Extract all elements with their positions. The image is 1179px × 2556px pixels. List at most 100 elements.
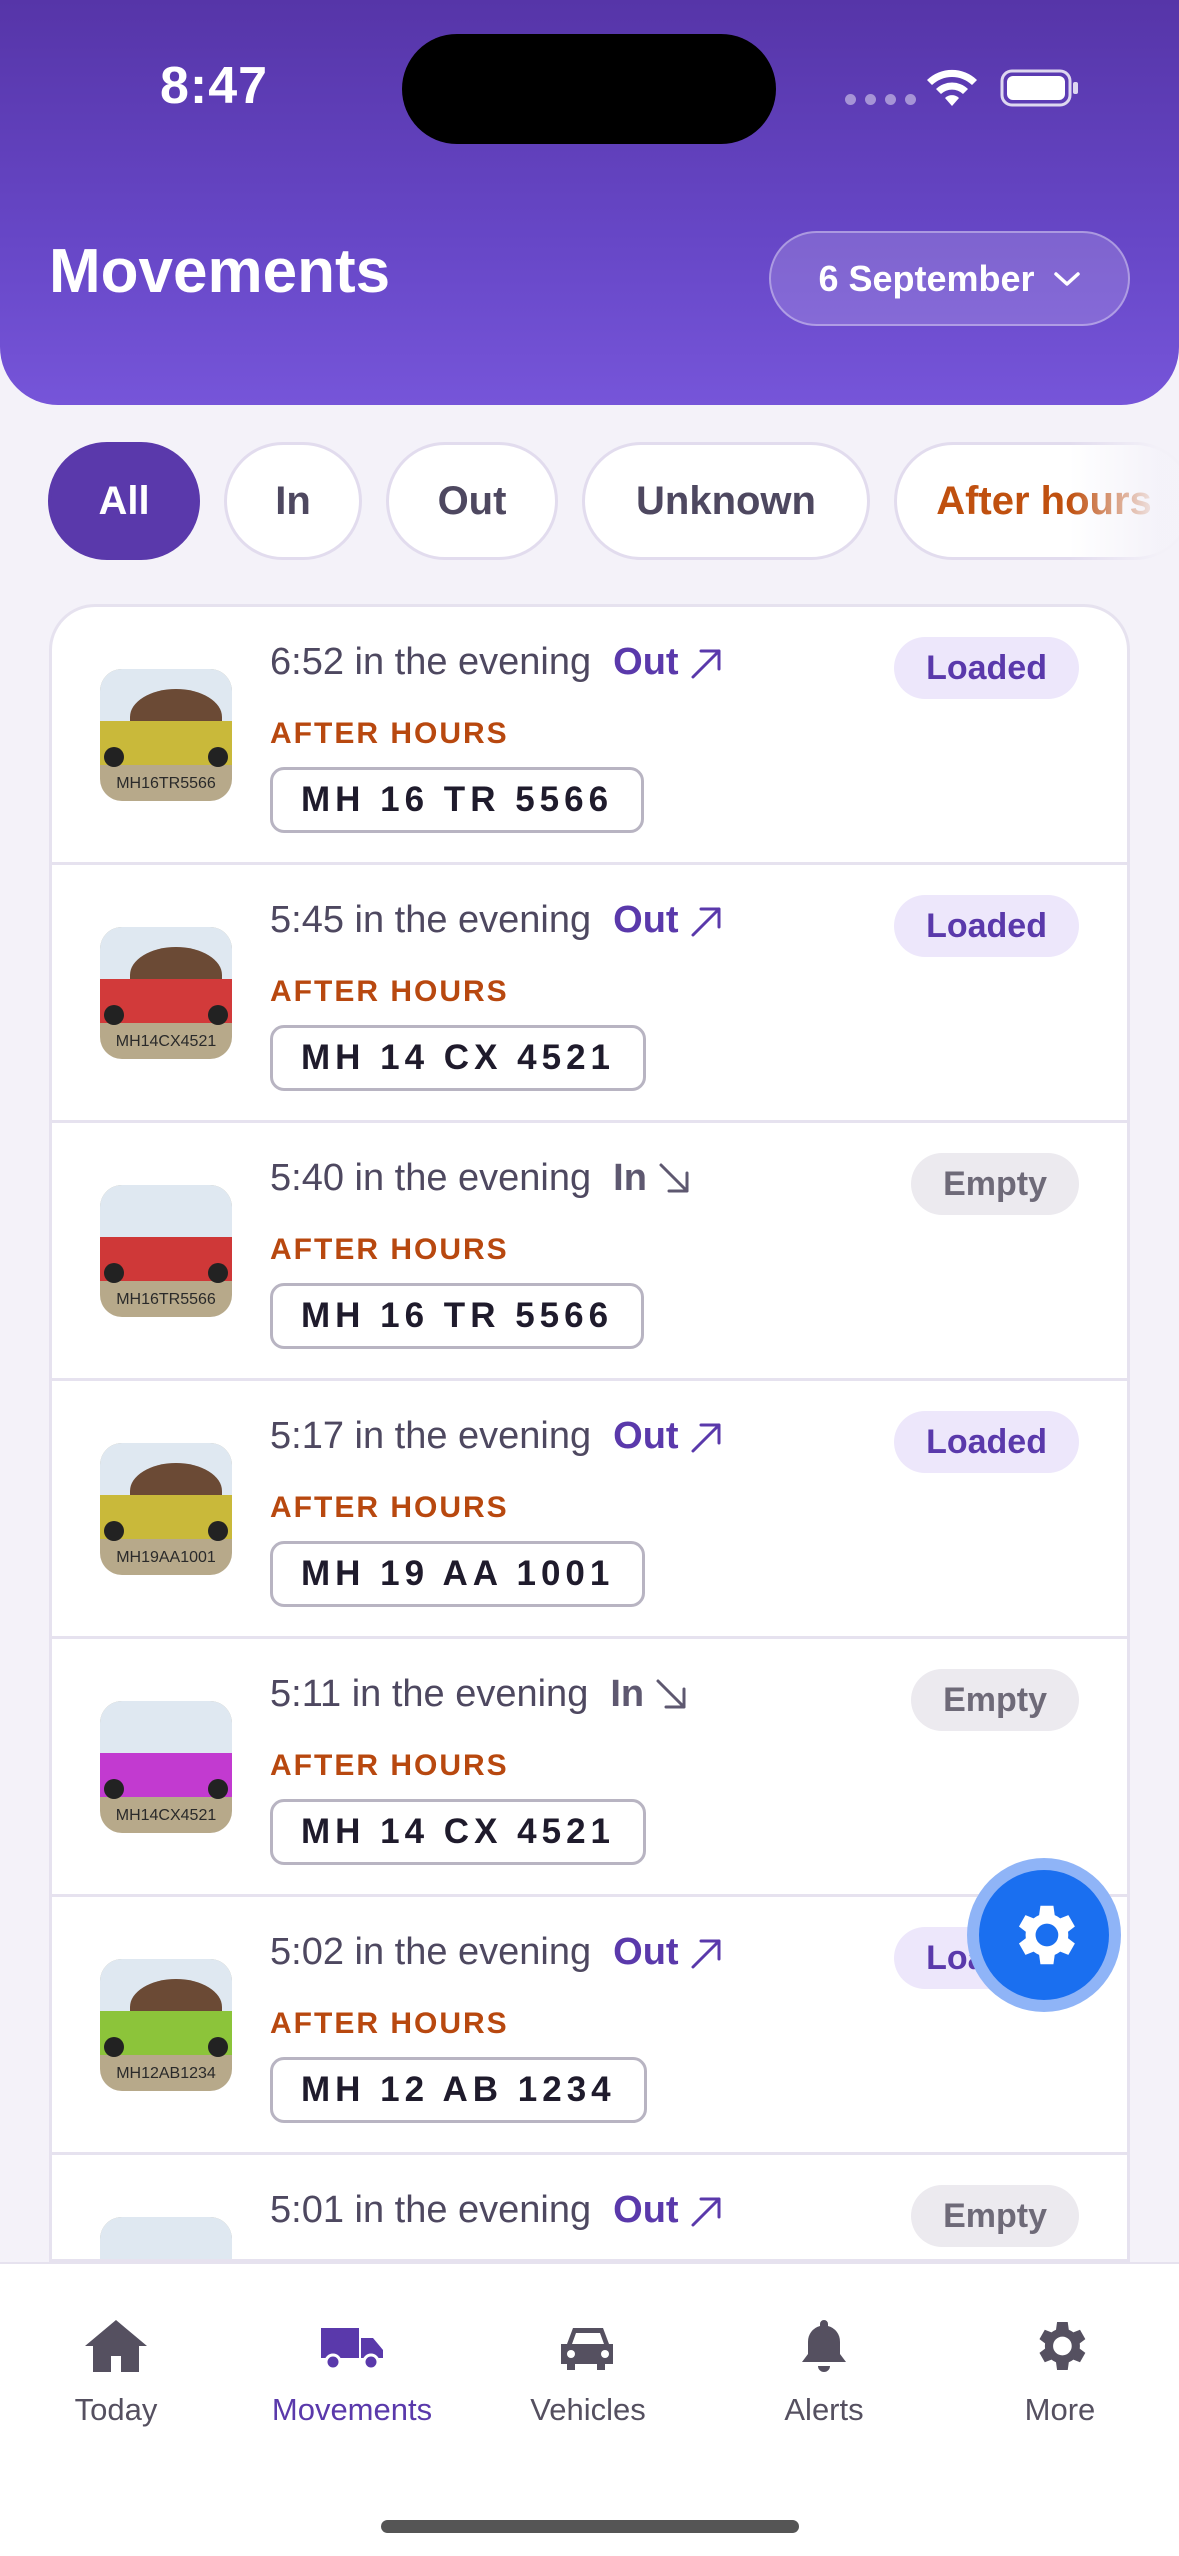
license-plate: MH 14 CX 4521 — [270, 1799, 647, 1865]
movement-direction: Out — [613, 1931, 679, 1973]
arrow-up-right-icon — [691, 649, 721, 678]
dynamic-island — [402, 34, 776, 144]
thumbnail-plate: MH16TR5566 — [116, 775, 216, 792]
movement-time-line: 5:40 in the evening In — [270, 1157, 695, 1200]
truck-icon — [321, 2328, 383, 2371]
license-plate: MH 16 TR 5566 — [270, 767, 645, 833]
filter-chip-in[interactable]: In — [224, 442, 362, 560]
arrow-up-right-icon — [691, 1939, 721, 1968]
arrow-up-right-icon — [691, 907, 721, 936]
filter-chips: All In Out Unknown After hours — [48, 442, 1179, 560]
vehicle-thumbnail: MH16TR5566 — [100, 1185, 232, 1317]
license-plate: MH 19 AA 1001 — [270, 1541, 646, 1607]
license-plate: MH 12 AB 1234 — [270, 2057, 647, 2123]
battery-icon — [1000, 69, 1078, 107]
vehicle-thumbnail: MH16TR5566 — [100, 669, 232, 801]
date-label: 6 September — [818, 257, 1035, 299]
thumbnail-plate: MH14CX4521 — [115, 1807, 217, 1824]
arrow-up-right-icon — [691, 2197, 721, 2226]
thumbnail-plate: MH19AA1001 — [116, 1549, 216, 1566]
movement-direction: Out — [613, 1415, 679, 1457]
status-badge: Loaded — [894, 895, 1079, 957]
wifi-icon — [927, 69, 977, 106]
car-icon — [561, 2328, 613, 2370]
nav-item-alerts[interactable]: Alerts — [724, 2314, 924, 2428]
movement-time: 5:40 in the evening — [270, 1157, 592, 1199]
movement-list: MH16TR5566 6:52 in the evening Out AFTER HO… — [49, 604, 1130, 2262]
nav-item-more[interactable]: More — [960, 2314, 1160, 2428]
bell-icon — [802, 2320, 846, 2372]
movement-row[interactable]: MH12AB1234 5:02 in the evening Out AFTER HO… — [52, 1897, 1127, 2155]
movement-direction: Out — [613, 2189, 679, 2231]
movement-row[interactable]: MH16TR5566 6:52 in the evening Out AFTER HO… — [52, 607, 1127, 865]
license-plate: MH 16 TR 5566 — [270, 1283, 645, 1349]
filter-chip-out[interactable]: Out — [386, 442, 558, 560]
movement-time: 6:52 in the evening — [270, 641, 592, 683]
gear-icon — [1018, 1905, 1075, 1965]
movement-row[interactable]: MH19AA1001 5:17 in the evening Out AFTER HO… — [52, 1381, 1127, 1639]
thumbnail-plate: MH14CX4521 — [115, 1033, 217, 1050]
settings-fab[interactable] — [967, 1858, 1121, 2012]
movement-row[interactable]: 5:01 in the evening Out Empty — [52, 2155, 1127, 2259]
vehicle-thumbnail: MH12AB1234 — [100, 1959, 232, 2091]
thumbnail-plate: MH16TR5566 — [116, 1291, 216, 1308]
status-badge: Loaded — [894, 637, 1079, 699]
arrow-down-right-icon — [659, 1163, 689, 1192]
after-hours-label: AFTER HOURS — [270, 1233, 509, 1266]
movement-time: 5:11 in the evening — [270, 1673, 589, 1715]
after-hours-label: AFTER HOURS — [270, 1749, 509, 1782]
nav-item-vehicles[interactable]: Vehicles — [488, 2314, 688, 2428]
movement-direction: Out — [613, 899, 679, 941]
arrow-up-right-icon — [691, 1423, 721, 1452]
date-picker-button[interactable]: 6 September — [769, 231, 1130, 326]
nav-label-movements: Movements — [271, 2392, 433, 2427]
after-hours-label: AFTER HOURS — [270, 2007, 509, 2040]
cellular-signal-icon — [845, 94, 916, 105]
vehicle-thumbnail — [100, 2217, 232, 2259]
status-badge: Loaded — [894, 1411, 1079, 1473]
movement-time-line: 5:01 in the evening Out — [270, 2189, 727, 2232]
status-badge: Empty — [911, 2185, 1079, 2247]
movement-row[interactable]: MH14CX4521 5:11 in the evening In AFTER HOU… — [52, 1639, 1127, 1897]
after-hours-label: AFTER HOURS — [270, 717, 509, 750]
nav-label-more: More — [1024, 2392, 1096, 2427]
movement-time: 5:45 in the evening — [270, 899, 592, 941]
movement-time-line: 5:11 in the evening In — [270, 1673, 692, 1716]
chips-fade — [1069, 442, 1179, 560]
movement-time-line: 5:45 in the evening Out — [270, 899, 727, 942]
status-badge: Empty — [911, 1153, 1079, 1215]
after-hours-label: AFTER HOURS — [270, 975, 509, 1008]
movement-row[interactable]: MH14CX4521 5:45 in the evening Out AFTER HO… — [52, 865, 1127, 1123]
nav-label-alerts: Alerts — [784, 2392, 864, 2427]
movement-time: 5:17 in the evening — [270, 1415, 592, 1457]
filter-chip-all[interactable]: All — [48, 442, 200, 560]
chevron-down-icon — [1053, 271, 1080, 286]
gear-icon — [1039, 2322, 1086, 2370]
nav-label-vehicles: Vehicles — [530, 2392, 646, 2427]
movement-time-line: 6:52 in the evening Out — [270, 641, 727, 684]
nav-item-today[interactable]: Today — [16, 2314, 216, 2428]
home-indicator — [381, 2520, 799, 2533]
movement-direction: In — [613, 1157, 647, 1199]
status-time: 8:47 — [160, 57, 269, 115]
status-badge: Empty — [911, 1669, 1079, 1731]
movement-time-line: 5:17 in the evening Out — [270, 1415, 727, 1458]
movement-direction: Out — [613, 641, 679, 683]
vehicle-thumbnail: MH19AA1001 — [100, 1443, 232, 1575]
arrow-down-right-icon — [656, 1679, 686, 1708]
bottom-nav: Today Movements Vehicles Alerts More — [0, 2262, 1179, 2556]
movement-time-line: 5:02 in the evening Out — [270, 1931, 727, 1974]
vehicle-thumbnail: MH14CX4521 — [100, 1701, 232, 1833]
movement-direction: In — [610, 1673, 645, 1715]
nav-label-today: Today — [74, 2392, 158, 2427]
movement-row[interactable]: MH16TR5566 5:40 in the evening In AFTER HOU… — [52, 1123, 1127, 1381]
home-icon — [85, 2320, 147, 2372]
license-plate: MH 14 CX 4521 — [270, 1025, 647, 1091]
after-hours-label: AFTER HOURS — [270, 1491, 509, 1524]
page-title: Movements — [49, 237, 391, 306]
movement-time: 5:02 in the evening — [270, 1931, 592, 1973]
movement-time: 5:01 in the evening — [270, 2189, 592, 2231]
thumbnail-plate: MH12AB1234 — [116, 2065, 216, 2082]
filter-chip-unknown[interactable]: Unknown — [582, 442, 870, 560]
nav-item-movements[interactable]: Movements — [252, 2314, 452, 2428]
